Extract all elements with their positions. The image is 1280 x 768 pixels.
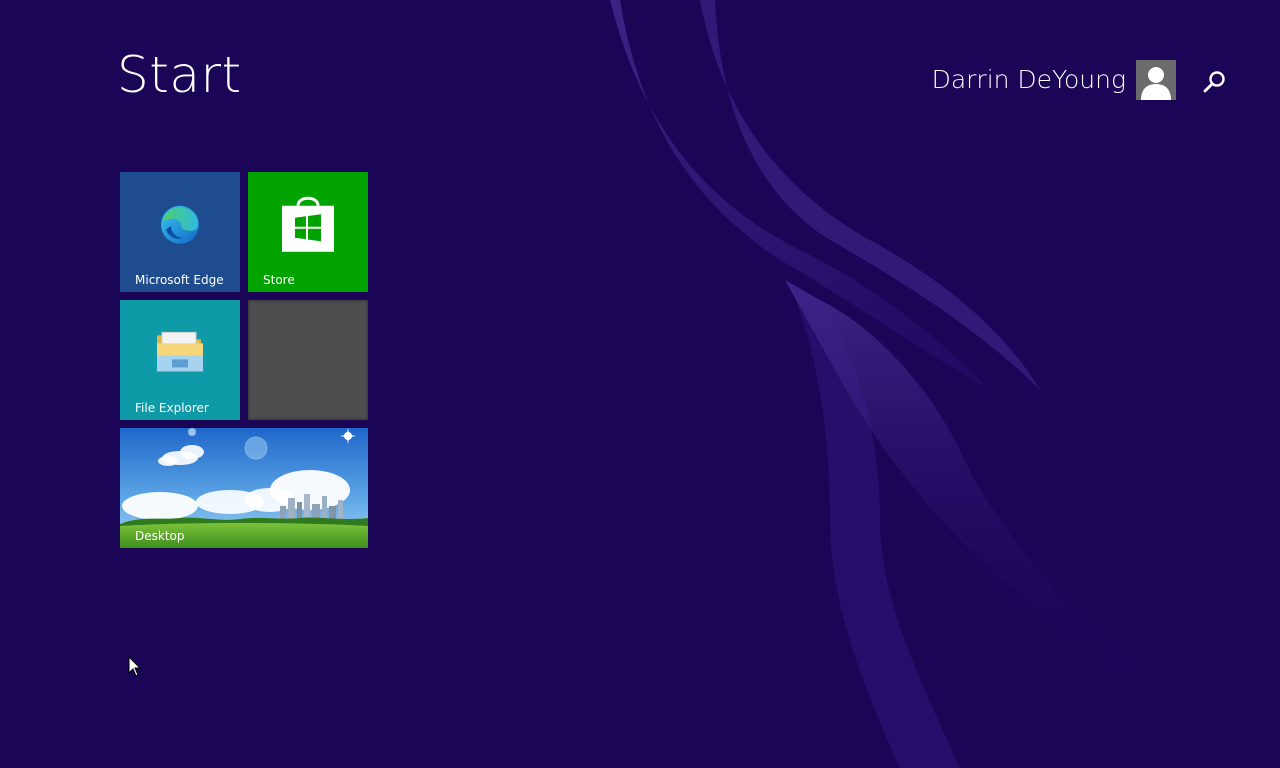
tile-microsoft-edge[interactable]: Microsoft Edge [120,172,240,292]
tile-desktop[interactable]: Desktop [120,428,368,548]
tile-label: Store [263,273,295,287]
tile-label: Microsoft Edge [135,273,224,287]
page-title: Start [117,46,242,104]
tile-label: File Explorer [135,401,209,415]
person-icon[interactable] [1136,60,1176,100]
tile-file-explorer[interactable]: File Explorer [120,300,240,420]
folder-icon [155,329,205,380]
user-account[interactable]: Darrin DeYoung [932,60,1176,100]
tile-store[interactable]: Store [248,172,368,292]
mouse-cursor-icon [128,656,142,677]
search-icon[interactable] [1200,68,1228,96]
store-bag-icon [280,192,336,259]
tile-label: Desktop [135,529,185,543]
user-name[interactable]: Darrin DeYoung [932,60,1126,100]
tile-empty-placeholder[interactable] [248,300,368,420]
edge-icon [159,204,201,251]
